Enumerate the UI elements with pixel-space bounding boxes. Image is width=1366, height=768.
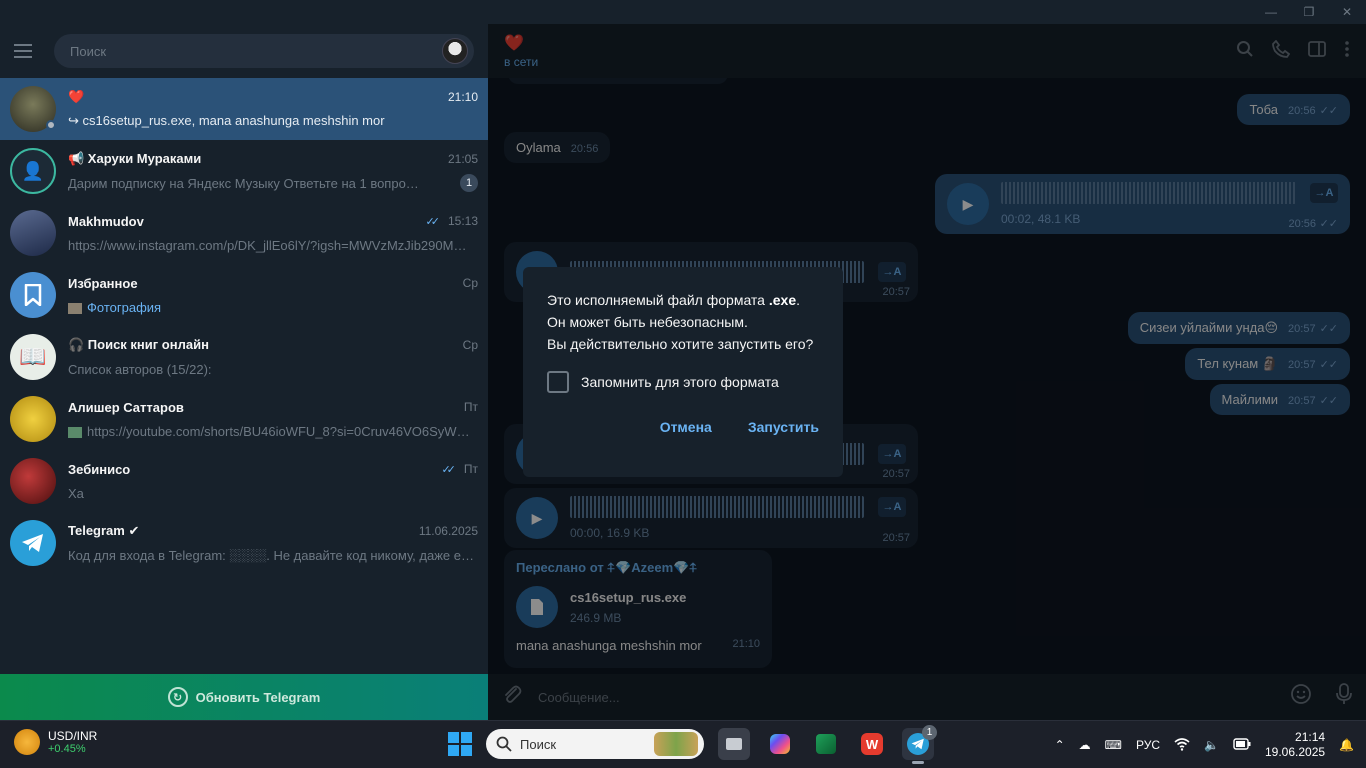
chat-item-saved[interactable]: Избранное Ср Фотография	[0, 264, 488, 326]
chat-name: Избранное	[68, 275, 138, 291]
photo-thumbnail	[68, 302, 82, 314]
chat-time: Пт	[463, 400, 478, 414]
avatar	[10, 458, 56, 504]
telegram-icon	[22, 534, 43, 552]
chat-name: Makhmudov	[68, 213, 144, 229]
chat-name: Зебинисо	[68, 461, 131, 477]
chat-name: 📢 Харуки Мураками	[68, 151, 202, 166]
window-titlebar: — ❐ ✕	[0, 0, 1366, 24]
chat-name: Telegram ✔	[68, 523, 140, 538]
start-button[interactable]	[448, 732, 472, 756]
taskbar-search[interactable]: Поиск	[486, 729, 704, 759]
avatar	[10, 396, 56, 442]
close-button[interactable]: ✕	[1328, 0, 1366, 24]
cancel-button[interactable]: Отмена	[660, 419, 712, 435]
coin-icon	[14, 729, 40, 755]
chat-item-alisher[interactable]: Алишер Саттаров Пт https://youtube.com/sh…	[0, 388, 488, 450]
bookmark-icon	[24, 284, 42, 306]
avatar: 📖	[10, 334, 56, 380]
chat-item-makhmudov[interactable]: Makhmudov ✓✓ 15:13 https://www.instagram.c…	[0, 202, 488, 264]
chat-item-telegram[interactable]: Telegram ✔ 11.06.2025 Код для входа в Tel…	[0, 512, 488, 574]
video-thumbnail	[68, 426, 82, 438]
chat-name: 🎧 Поиск книг онлайн	[68, 337, 209, 352]
avatar	[10, 520, 56, 566]
menu-icon[interactable]	[14, 44, 40, 58]
chat-time: Ср	[462, 276, 478, 290]
update-label: Обновить Telegram	[195, 689, 321, 705]
onedrive-icon[interactable]: ☁	[1079, 738, 1091, 752]
search-box[interactable]	[54, 34, 474, 68]
chat-preview: Список авторов (15/22):	[68, 361, 212, 377]
chat-preview: Дарим подписку на Яндекс Музыку Ответьте…	[68, 175, 419, 191]
chat-time: Ср	[462, 338, 478, 352]
widget-value: +0.45%	[48, 743, 86, 755]
read-ticks-icon: ✓✓	[441, 463, 456, 476]
chat-list-sidebar: ❤️ 21:10 ↪ cs16setup_rus.exe, mana anashu…	[0, 24, 488, 720]
taskbar-search-label: Поиск	[520, 736, 557, 752]
unread-badge: 1	[460, 174, 478, 192]
search-highlight-image	[654, 732, 698, 756]
account-avatar-icon[interactable]	[442, 38, 468, 64]
chat-item-heart[interactable]: ❤️ 21:10 ↪ cs16setup_rus.exe, mana anashu…	[0, 78, 488, 140]
games-app-icon[interactable]	[810, 728, 842, 760]
avatar	[10, 210, 56, 256]
task-view-icon[interactable]	[718, 728, 750, 760]
notification-bell-icon[interactable]: 🔔	[1339, 738, 1354, 752]
chat-time: Пт	[463, 462, 478, 476]
remember-format-checkbox[interactable]	[547, 371, 569, 393]
exe-warning-dialog: Это исполняемый файл формата .exe. Он мож…	[523, 267, 843, 477]
chevron-up-icon[interactable]: ⌃	[1055, 738, 1065, 752]
restore-button[interactable]: ❐	[1290, 0, 1328, 24]
sidebar-header	[0, 24, 488, 78]
language-indicator[interactable]: РУС	[1136, 738, 1160, 752]
copilot-icon[interactable]	[764, 728, 796, 760]
chat-name: ❤️	[68, 89, 85, 104]
chat-list: ❤️ 21:10 ↪ cs16setup_rus.exe, mana anashu…	[0, 78, 488, 574]
chat-time: 15:13	[447, 214, 478, 228]
book-icon: 📖	[19, 344, 47, 369]
windows-taskbar: USD/INR +0.45% Поиск W 1 ⌃ ☁ ⌨ РУС 🔈 21:…	[0, 720, 1366, 768]
chat-preview: Ха	[68, 485, 84, 501]
volume-icon[interactable]: 🔈	[1204, 738, 1219, 752]
avatar	[10, 86, 56, 132]
chat-preview: Код для входа в Telegram: ░░░░. Не давай…	[68, 547, 478, 563]
chat-item-haruki[interactable]: 👤 📢 Харуки Мураками 21:05 Дарим подписку …	[0, 140, 488, 202]
clock[interactable]: 21:14 19.06.2025	[1265, 730, 1325, 760]
search-icon	[496, 736, 512, 752]
read-ticks-icon: ✓✓	[425, 215, 441, 228]
chat-preview: https://youtube.com/shorts/BU46ioWFU_8?s…	[87, 423, 470, 439]
chat-time: 11.06.2025	[418, 524, 478, 538]
chat-preview: ↪ cs16setup_rus.exe, mana anashunga mesh…	[68, 113, 385, 128]
update-telegram-button[interactable]: ↻ Обновить Telegram	[0, 674, 488, 720]
clock-date: 19.06.2025	[1264, 745, 1326, 759]
chat-item-zebiniso[interactable]: Зебинисо ✓✓ Пт Ха	[0, 450, 488, 512]
wifi-icon[interactable]	[1174, 737, 1190, 754]
currency-widget[interactable]: USD/INR +0.45%	[14, 729, 97, 755]
telegram-unread-badge: 1	[922, 725, 937, 740]
chat-time: 21:05	[447, 152, 478, 166]
chat-time: 21:10	[447, 90, 478, 104]
remember-format-label[interactable]: Запомнить для этого формата	[581, 374, 779, 390]
chat-item-books[interactable]: 📖 🎧 Поиск книг онлайн Ср Список авторов (…	[0, 326, 488, 388]
telegram-taskbar-icon[interactable]: 1	[902, 725, 937, 764]
wps-office-icon[interactable]: W	[856, 728, 888, 760]
keyboard-icon[interactable]: ⌨	[1105, 738, 1122, 752]
run-button[interactable]: Запустить	[748, 419, 819, 435]
clock-time: 21:14	[1295, 730, 1326, 744]
chat-preview: https://www.instagram.com/p/DK_jllEo6lY/…	[68, 237, 467, 253]
dialog-text: Это исполняемый файл формата .exe. Он мож…	[547, 292, 814, 352]
search-input[interactable]	[70, 43, 442, 59]
chat-name: Алишер Саттаров	[68, 399, 184, 415]
minimize-button[interactable]: —	[1252, 0, 1290, 24]
widget-title: USD/INR	[48, 729, 98, 743]
battery-icon[interactable]	[1233, 737, 1251, 753]
avatar	[10, 272, 56, 318]
avatar: 👤	[10, 148, 56, 194]
refresh-icon: ↻	[167, 687, 188, 707]
chat-preview: Фотография	[87, 299, 162, 315]
